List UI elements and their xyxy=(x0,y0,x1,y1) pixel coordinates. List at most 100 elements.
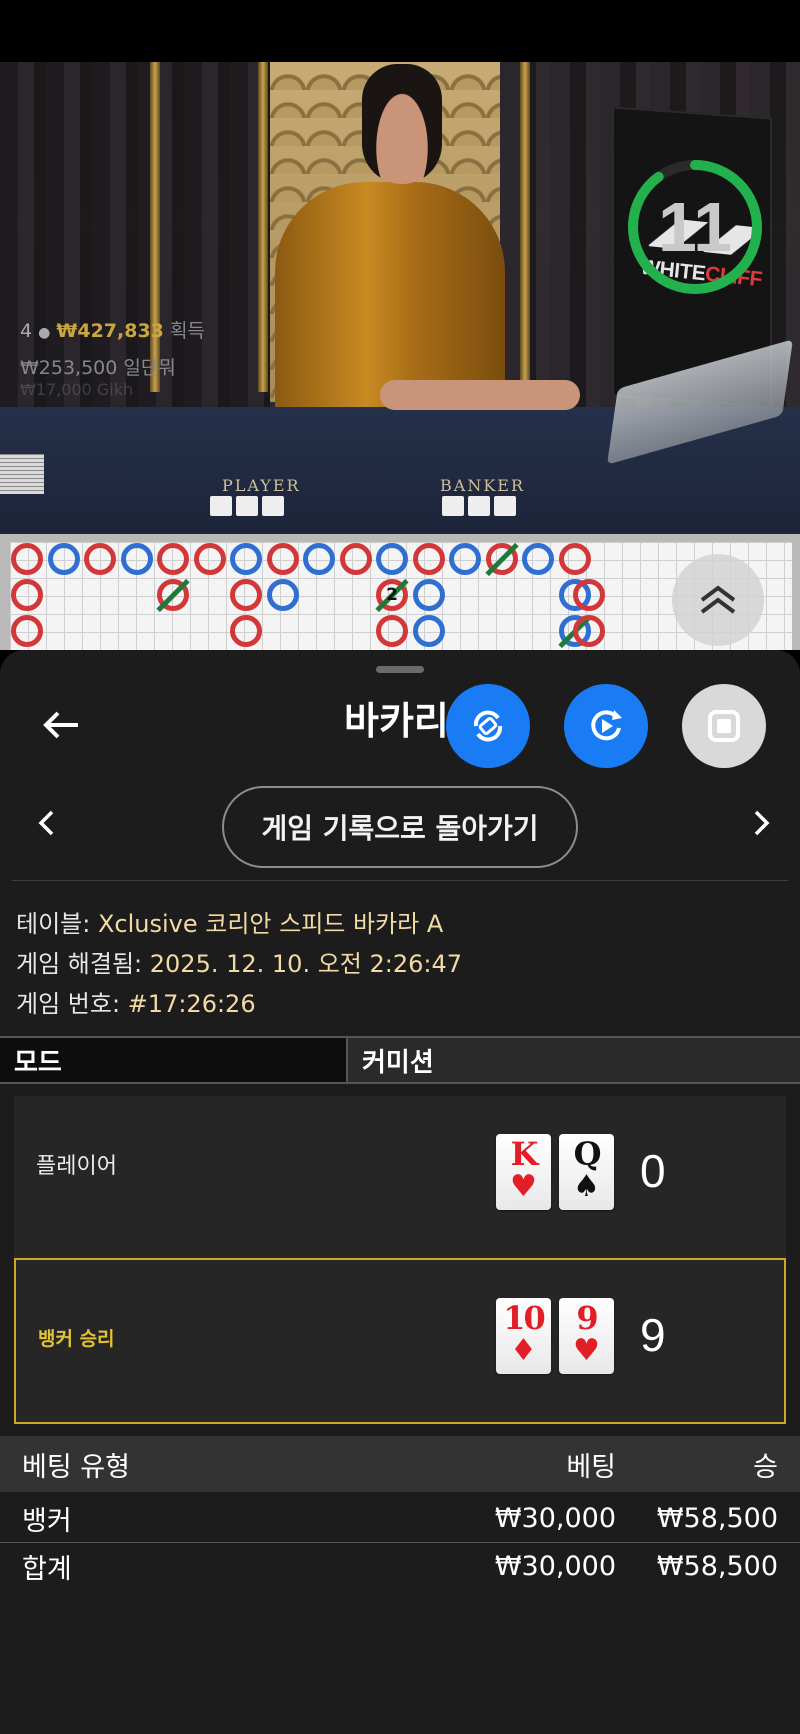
banker-bead xyxy=(11,579,43,611)
double-chevron-up-icon xyxy=(700,585,736,614)
banker-score: 9 xyxy=(640,1309,666,1361)
banker-result: 뱅커 승리 10 ♦ 9 ♥ 9 xyxy=(14,1258,786,1424)
banker-bead xyxy=(339,543,372,575)
chevron-right-icon xyxy=(754,810,770,836)
banker-table-cards xyxy=(442,496,516,516)
divider xyxy=(12,880,788,881)
card-suit: ♥ xyxy=(510,1169,537,1204)
dealer-head xyxy=(362,64,442,184)
tie-mark xyxy=(156,578,190,613)
card-rank: Q xyxy=(573,1135,602,1173)
banker-bead xyxy=(11,615,43,647)
person-icon: ● xyxy=(38,325,51,341)
win-amount: ₩58,500 xyxy=(656,1502,778,1534)
banker-bead xyxy=(84,543,116,575)
banker-bead xyxy=(230,615,262,647)
card-rank: K xyxy=(510,1135,539,1173)
game-history-sheet: 바카리 게임 기록으로 돌아가기 테이블: Xclusive 코리안 스피드 바… xyxy=(0,650,800,1734)
table-card xyxy=(494,496,516,516)
countdown-timer: 11 xyxy=(658,188,732,266)
previous-game-button[interactable] xyxy=(28,798,64,848)
banker-bead: 2 xyxy=(375,578,409,613)
arrow-left-icon xyxy=(43,711,78,739)
commission-label: 커미션 xyxy=(348,1038,800,1082)
banker-win-label: 뱅커 승리 xyxy=(38,1328,115,1350)
bet-amount: ₩30,000 xyxy=(494,1502,616,1534)
mode-row: 모드 커미션 xyxy=(0,1036,800,1084)
table-info-label: 테이블: xyxy=(16,910,91,938)
dealer-hands xyxy=(380,380,580,410)
player-bead xyxy=(449,543,481,575)
total-row: 합계 ₩30,000 ₩58,500 xyxy=(0,1544,800,1588)
table-card xyxy=(236,496,258,516)
stop-icon xyxy=(708,710,740,742)
banker-bead xyxy=(156,578,190,613)
back-button[interactable] xyxy=(36,700,86,750)
stop-button[interactable] xyxy=(682,684,766,768)
player-bead xyxy=(412,615,445,647)
header-bet-type: 베팅 유형 xyxy=(22,1451,130,1483)
header-bet: 베팅 xyxy=(566,1451,616,1483)
game-number-info: 게임 번호: #17:26:26 xyxy=(16,984,256,1019)
banker-card-1: 10 ♦ xyxy=(496,1298,551,1374)
card-rank: 9 xyxy=(576,1299,598,1337)
total-label: 합계 xyxy=(22,1553,72,1585)
player-bead xyxy=(230,543,262,575)
player-result: 플레이어 K ♥ Q ♠ 0 xyxy=(14,1096,786,1260)
table-label-player: PLAYER xyxy=(222,476,301,495)
total-bet: ₩30,000 xyxy=(494,1550,616,1582)
card-suit: ♥ xyxy=(573,1333,600,1368)
player-bead xyxy=(522,543,554,575)
player-card-2: Q ♠ xyxy=(559,1134,614,1210)
header-win: 승 xyxy=(753,1451,778,1483)
table-row: 뱅커 ₩30,000 ₩58,500 xyxy=(0,1496,800,1540)
bets-header: 베팅 유형 베팅 승 xyxy=(0,1436,800,1492)
banker-bead xyxy=(11,543,43,575)
banker-bead xyxy=(573,615,606,647)
bet-type: 뱅커 xyxy=(22,1505,72,1537)
table-card xyxy=(442,496,464,516)
banker-bead xyxy=(573,579,606,611)
card-suit: ♦ xyxy=(510,1333,537,1368)
back-to-history-button[interactable]: 게임 기록으로 돌아가기 xyxy=(222,786,578,868)
gold-pillar xyxy=(258,62,268,392)
won-amount: ₩427,833 xyxy=(56,320,164,342)
table-card xyxy=(210,496,232,516)
swap-view-button[interactable] xyxy=(446,684,530,768)
divider xyxy=(0,1542,800,1543)
banker-bead xyxy=(412,543,445,575)
player-count: 4 xyxy=(20,320,33,342)
banker-bead xyxy=(484,542,519,577)
player-score: 0 xyxy=(640,1145,666,1197)
live-video: WHITECLIFF 11 4 ● ₩427,833 획득 ₩253,500 일… xyxy=(0,62,800,534)
resolved-info: 게임 해결됨: 2025. 12. 10. 오전 2:26:47 xyxy=(16,944,462,979)
table-info: 테이블: Xclusive 코리안 스피드 바카라 A xyxy=(16,904,443,939)
drag-handle[interactable] xyxy=(376,666,424,673)
winners-line: 4 ● ₩427,833 획득 xyxy=(20,314,205,351)
next-game-button[interactable] xyxy=(744,798,780,848)
game-number-value: #17:26:26 xyxy=(127,990,256,1018)
replay-button[interactable] xyxy=(564,684,648,768)
expand-road-button[interactable] xyxy=(672,554,764,646)
table-info-value: Xclusive 코리안 스피드 바카라 A xyxy=(97,910,444,938)
table-card xyxy=(262,496,284,516)
page-title: 바카리 xyxy=(344,699,449,743)
mode-label: 모드 xyxy=(0,1038,348,1082)
gold-pillar xyxy=(520,62,530,392)
table-label-banker: BANKER xyxy=(440,476,525,495)
banker-card-2: 9 ♥ xyxy=(559,1298,614,1374)
card-rank: 10 xyxy=(503,1299,546,1337)
player-card-1: K ♥ xyxy=(496,1134,551,1210)
banker-bead xyxy=(157,543,189,575)
chevron-left-icon xyxy=(38,810,54,836)
game-number-label: 게임 번호: xyxy=(16,990,121,1018)
resolved-label: 게임 해결됨: xyxy=(16,950,143,978)
player-bead xyxy=(120,543,153,575)
won-label: 획득 xyxy=(169,320,205,342)
faded-line: ₩17,000 Gikh xyxy=(20,380,134,399)
player-bead xyxy=(412,579,445,611)
player-bead xyxy=(266,579,299,611)
card-suit: ♠ xyxy=(573,1169,600,1204)
tie-count: 2 xyxy=(386,585,398,605)
banker-bead xyxy=(230,579,262,611)
